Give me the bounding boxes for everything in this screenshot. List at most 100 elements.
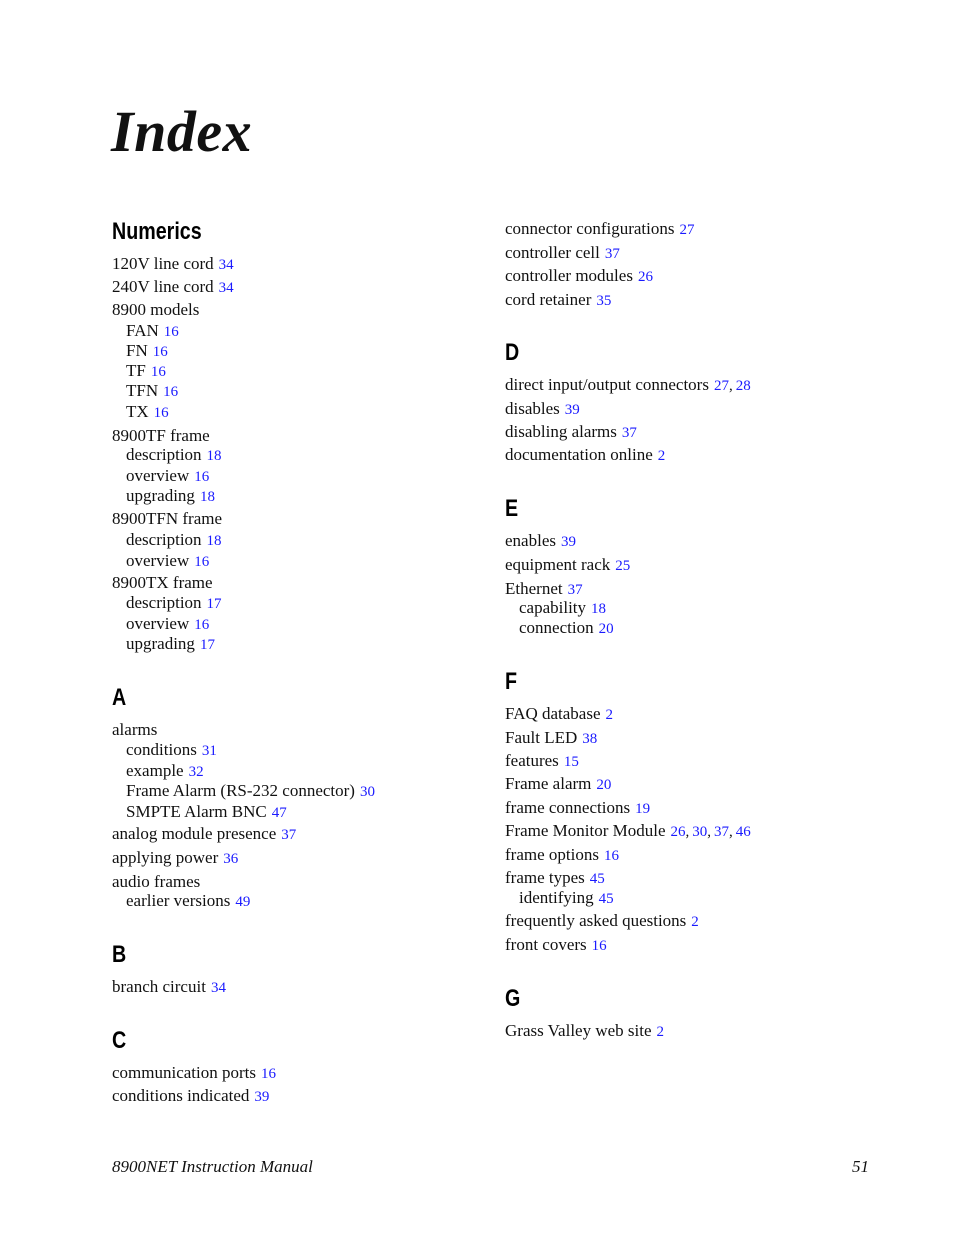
page-link[interactable]: 19 bbox=[635, 801, 650, 817]
index-entry: Ethernet 37 bbox=[505, 579, 583, 600]
page-link[interactable]: 25 bbox=[615, 558, 630, 574]
index-entry: Frame Monitor Module 26, 30, 37, 46 bbox=[505, 821, 751, 842]
entry-term: 8900TF frame bbox=[112, 426, 210, 445]
index-entry: 240V line cord 34 bbox=[112, 277, 234, 298]
page-link[interactable]: 27 bbox=[679, 222, 694, 238]
page-link[interactable]: 47 bbox=[272, 805, 287, 821]
entry-term: conditions bbox=[126, 740, 197, 759]
page-link[interactable]: 31 bbox=[202, 743, 217, 759]
page-link[interactable]: 37 bbox=[568, 582, 583, 598]
page-link[interactable]: 37 bbox=[605, 246, 620, 262]
page-link[interactable]: 30 bbox=[360, 784, 375, 800]
section-heading: B bbox=[112, 941, 127, 968]
page-link[interactable]: 37 bbox=[622, 425, 637, 441]
section-heading: D bbox=[505, 339, 520, 366]
page-link[interactable]: 34 bbox=[219, 280, 234, 296]
index-subentry: conditions 31 bbox=[126, 740, 217, 761]
entry-term: controller modules bbox=[505, 266, 633, 285]
page-link[interactable]: 37 bbox=[281, 827, 296, 843]
page-link[interactable]: 2 bbox=[657, 1024, 665, 1040]
page-link[interactable]: 34 bbox=[211, 980, 226, 996]
page-link[interactable]: 26 bbox=[638, 269, 653, 285]
page-title: Index bbox=[111, 99, 253, 164]
index-entry: Frame alarm 20 bbox=[505, 774, 611, 795]
section-heading: E bbox=[505, 495, 519, 522]
page-link[interactable]: 45 bbox=[599, 891, 614, 907]
page-link[interactable]: 18 bbox=[591, 601, 606, 617]
page-link[interactable]: 15 bbox=[564, 754, 579, 770]
index-subentry: overview 16 bbox=[126, 466, 209, 487]
entry-term: capability bbox=[519, 598, 587, 617]
entry-term: example bbox=[126, 761, 184, 780]
page-link[interactable]: 28 bbox=[736, 378, 751, 394]
page-link[interactable]: 17 bbox=[207, 596, 222, 612]
entry-term: Grass Valley web site bbox=[505, 1021, 652, 1040]
entry-term: Ethernet bbox=[505, 579, 563, 598]
page-link[interactable]: 39 bbox=[254, 1089, 269, 1105]
page-link[interactable]: 49 bbox=[235, 894, 250, 910]
page-link[interactable]: 16 bbox=[154, 405, 169, 421]
page-link[interactable]: 17 bbox=[200, 637, 215, 653]
page-link[interactable]: 16 bbox=[592, 938, 607, 954]
index-entry: frame types 45 bbox=[505, 868, 605, 889]
index-entry: enables 39 bbox=[505, 531, 576, 552]
page-link[interactable]: 2 bbox=[658, 448, 666, 464]
page-link[interactable]: 32 bbox=[189, 764, 204, 780]
page-link[interactable]: 38 bbox=[582, 731, 597, 747]
entry-term: analog module presence bbox=[112, 824, 277, 843]
entry-term: Frame Alarm (RS-232 connector) bbox=[126, 781, 355, 800]
page-link[interactable]: 16 bbox=[194, 554, 209, 570]
page-link[interactable]: 18 bbox=[207, 448, 222, 464]
index-entry: controller modules 26 bbox=[505, 266, 653, 287]
index-entry: alarms bbox=[112, 720, 157, 740]
entry-term: identifying bbox=[519, 888, 594, 907]
entry-term: TX bbox=[126, 402, 149, 421]
page-link[interactable]: 16 bbox=[604, 848, 619, 864]
index-subentry: upgrading 18 bbox=[126, 486, 215, 507]
page-link[interactable]: 16 bbox=[194, 617, 209, 633]
page-link[interactable]: 20 bbox=[596, 777, 611, 793]
page-link[interactable]: 45 bbox=[590, 871, 605, 887]
entry-term: Frame alarm bbox=[505, 774, 592, 793]
entry-term: 8900 models bbox=[112, 300, 200, 319]
page-link[interactable]: 18 bbox=[200, 489, 215, 505]
page-link[interactable]: 46 bbox=[736, 824, 751, 840]
page-link[interactable]: 27 bbox=[714, 378, 729, 394]
footer-page-number: 51 bbox=[852, 1157, 869, 1176]
entry-term: FAQ database bbox=[505, 704, 601, 723]
page-link[interactable]: 37 bbox=[714, 824, 729, 840]
page-link[interactable]: 34 bbox=[219, 257, 234, 273]
page-link[interactable]: 16 bbox=[194, 469, 209, 485]
page-link[interactable]: 16 bbox=[151, 364, 166, 380]
page-link[interactable]: 16 bbox=[153, 344, 168, 360]
entry-term: enables bbox=[505, 531, 556, 550]
entry-term: 240V line cord bbox=[112, 277, 214, 296]
entry-term: documentation online bbox=[505, 445, 653, 464]
page-link[interactable]: 16 bbox=[164, 324, 179, 340]
page-link[interactable]: 36 bbox=[223, 851, 238, 867]
index-subentry: overview 16 bbox=[126, 614, 209, 635]
entry-term: 120V line cord bbox=[112, 254, 214, 273]
index-subentry: description 18 bbox=[126, 445, 222, 466]
page-link[interactable]: 39 bbox=[561, 534, 576, 550]
page-link[interactable]: 2 bbox=[606, 707, 614, 723]
entry-term: branch circuit bbox=[112, 977, 206, 996]
section-heading: G bbox=[505, 985, 521, 1012]
entry-term: applying power bbox=[112, 848, 219, 867]
page-link[interactable]: 26 bbox=[671, 824, 686, 840]
index-entry: communication ports 16 bbox=[112, 1063, 276, 1084]
page-link[interactable]: 16 bbox=[261, 1066, 276, 1082]
entry-term: 8900TFN frame bbox=[112, 509, 223, 528]
page-link[interactable]: 18 bbox=[207, 533, 222, 549]
page-link[interactable]: 30 bbox=[692, 824, 707, 840]
page-link[interactable]: 16 bbox=[163, 384, 178, 400]
section-heading: F bbox=[505, 668, 518, 695]
entry-term: upgrading bbox=[126, 634, 195, 653]
page-link[interactable]: 2 bbox=[691, 914, 699, 930]
entry-term: FN bbox=[126, 341, 148, 360]
page-separator: , bbox=[728, 378, 733, 394]
section-heading: C bbox=[112, 1027, 127, 1054]
page-link[interactable]: 35 bbox=[596, 293, 611, 309]
page-link[interactable]: 20 bbox=[599, 621, 614, 637]
page-link[interactable]: 39 bbox=[565, 402, 580, 418]
